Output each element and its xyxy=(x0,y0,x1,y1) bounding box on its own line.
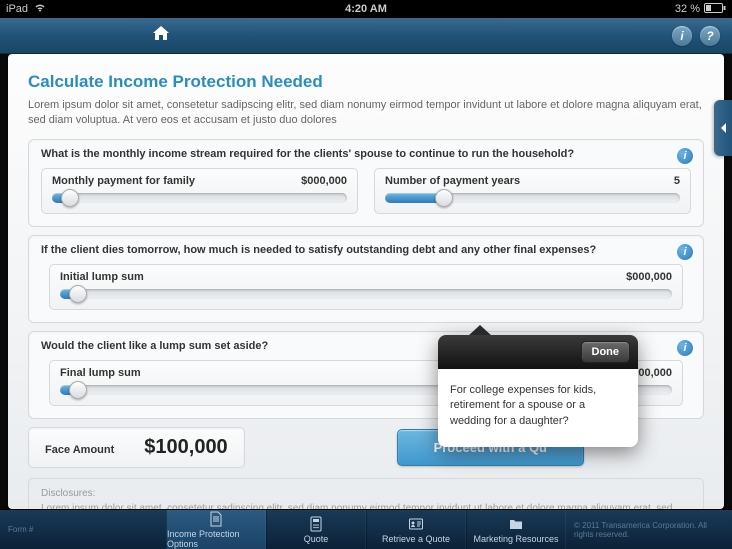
slider-value: $000,000 xyxy=(626,271,672,283)
tab-label: Marketing Resources xyxy=(473,534,558,544)
info-icon[interactable]: i xyxy=(677,340,693,356)
face-amount-display: Face Amount $100,000 xyxy=(28,427,245,468)
slider-initial-lump-sum: Initial lump sum $000,000 xyxy=(49,264,683,310)
tab-marketing-resources[interactable]: Marketing Resources xyxy=(466,510,566,549)
chevron-left-icon xyxy=(719,122,727,134)
info-icon[interactable]: i xyxy=(677,244,693,260)
slider-value: $000,000 xyxy=(301,175,347,187)
slider-track[interactable] xyxy=(52,193,347,203)
form-number-label: Form # xyxy=(0,510,166,549)
wifi-icon xyxy=(34,3,46,15)
page-title: Calculate Income Protection Needed xyxy=(28,72,704,92)
panel-outstanding-debt: If the client dies tomorrow, how much is… xyxy=(28,235,704,323)
disclosures-title: Disclosures: xyxy=(41,487,691,501)
folder-icon xyxy=(508,516,524,532)
slider-track[interactable] xyxy=(385,193,680,203)
slider-monthly-payment: Monthly payment for family $000,000 xyxy=(41,168,358,214)
side-drawer-handle[interactable] xyxy=(714,100,732,156)
face-amount-value: $100,000 xyxy=(144,436,227,459)
disclosures-box: Disclosures: Lorem ipsum dolor sit amet,… xyxy=(28,478,704,509)
face-amount-label: Face Amount xyxy=(45,444,114,456)
copyright-text: © 2011 Transamerica Corporation. All rig… xyxy=(566,510,732,549)
app-header: i ? xyxy=(0,18,732,54)
slider-thumb[interactable] xyxy=(435,189,453,207)
tooltip-text: For college expenses for kids, retiremen… xyxy=(438,369,638,447)
slider-track[interactable] xyxy=(60,289,672,299)
panel-monthly-income: What is the monthly income stream requir… xyxy=(28,139,704,227)
tab-retrieve-quote[interactable]: Retrieve a Quote xyxy=(366,510,466,549)
battery-pct: 32 % xyxy=(675,3,700,15)
battery-icon xyxy=(704,3,726,16)
slider-label: Final lump sum xyxy=(60,367,141,379)
tooltip-popover: Done For college expenses for kids, reti… xyxy=(438,335,638,447)
tab-label: Income Protection Options xyxy=(167,529,265,549)
tab-quote[interactable]: Quote xyxy=(266,510,366,549)
slider-label: Monthly payment for family xyxy=(52,175,195,187)
question-1: What is the monthly income stream requir… xyxy=(41,148,691,160)
calculator-icon xyxy=(308,516,324,532)
slider-label: Initial lump sum xyxy=(60,271,144,283)
info-icon[interactable]: i xyxy=(672,26,692,46)
home-icon[interactable] xyxy=(152,25,170,46)
tab-label: Quote xyxy=(304,534,329,544)
document-icon xyxy=(208,511,224,527)
info-icon[interactable]: i xyxy=(677,148,693,164)
clock: 4:20 AM xyxy=(246,3,486,15)
help-icon[interactable]: ? xyxy=(700,26,720,46)
status-bar: iPad 4:20 AM 32 % xyxy=(0,0,732,18)
tab-income-protection[interactable]: Income Protection Options xyxy=(166,510,266,549)
slider-label: Number of payment years xyxy=(385,175,520,187)
done-button[interactable]: Done xyxy=(581,341,631,363)
question-2: If the client dies tomorrow, how much is… xyxy=(41,244,691,256)
slider-thumb[interactable] xyxy=(69,285,87,303)
page-description: Lorem ipsum dolor sit amet, consetetur s… xyxy=(28,98,704,129)
slider-value: 5 xyxy=(674,175,680,187)
tab-label: Retrieve a Quote xyxy=(382,534,450,544)
id-card-icon xyxy=(408,516,424,532)
slider-thumb[interactable] xyxy=(69,381,87,399)
slider-thumb[interactable] xyxy=(61,189,79,207)
bottom-tab-bar: Form # Income Protection Options Quote R… xyxy=(0,509,732,549)
slider-payment-years: Number of payment years 5 xyxy=(374,168,691,214)
device-label: iPad xyxy=(6,3,28,15)
